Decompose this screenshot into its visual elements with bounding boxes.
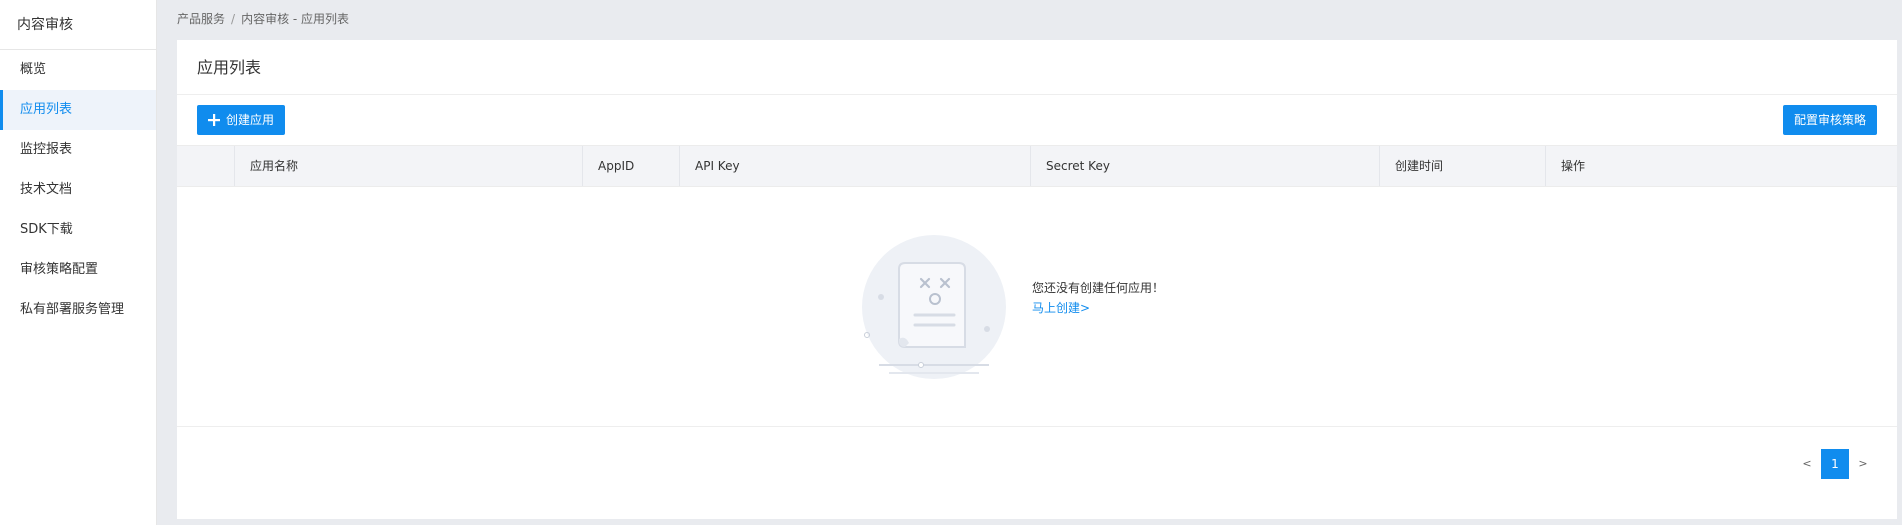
sidebar-item-tech-docs[interactable]: 技术文档 bbox=[0, 170, 156, 210]
create-now-link[interactable]: 马上创建> bbox=[1032, 299, 1090, 316]
empty-state: 您还没有创建任何应用！ 马上创建> bbox=[177, 187, 1897, 427]
pagination: < 1 > bbox=[1793, 449, 1877, 479]
app-list-card: 应用列表 创建应用 配置审核策略 应用名称 AppID API Key Secr… bbox=[177, 40, 1897, 519]
column-header-actions: 操作 bbox=[1545, 146, 1897, 186]
plus-icon bbox=[208, 114, 220, 126]
pagination-page-1[interactable]: 1 bbox=[1821, 449, 1849, 479]
configure-policy-button[interactable]: 配置审核策略 bbox=[1782, 105, 1877, 135]
column-header-appid: AppID bbox=[582, 146, 679, 186]
pagination-prev-button[interactable]: < bbox=[1793, 449, 1821, 479]
sidebar: 内容审核 概览 应用列表 监控报表 技术文档 SDK下载 审核策略配置 私有部署… bbox=[0, 0, 157, 525]
breadcrumb-parent[interactable]: 产品服务 bbox=[177, 12, 225, 26]
breadcrumb: 产品服务 / 内容审核 - 应用列表 bbox=[177, 0, 349, 38]
breadcrumb-separator: / bbox=[231, 12, 236, 26]
column-header-created-time: 创建时间 bbox=[1379, 146, 1545, 186]
breadcrumb-current: 内容审核 - 应用列表 bbox=[241, 12, 350, 26]
sidebar-nav: 概览 应用列表 监控报表 技术文档 SDK下载 审核策略配置 私有部署服务管理 bbox=[0, 50, 156, 330]
column-header-secret-key: Secret Key bbox=[1030, 146, 1379, 186]
sidebar-item-app-list[interactable]: 应用列表 bbox=[0, 90, 156, 130]
sidebar-title: 内容审核 bbox=[0, 0, 156, 50]
toolbar: 创建应用 配置审核策略 bbox=[177, 95, 1897, 145]
sidebar-item-overview[interactable]: 概览 bbox=[0, 50, 156, 90]
sidebar-item-private-deploy[interactable]: 私有部署服务管理 bbox=[0, 290, 156, 330]
sidebar-item-monitor-report[interactable]: 监控报表 bbox=[0, 130, 156, 170]
column-header-api-key: API Key bbox=[679, 146, 1030, 186]
page-title: 应用列表 bbox=[177, 40, 1897, 95]
empty-document-icon bbox=[862, 235, 1006, 379]
sidebar-item-sdk-download[interactable]: SDK下载 bbox=[0, 210, 156, 250]
empty-message: 您还没有创建任何应用！ bbox=[1032, 281, 1165, 295]
table-header-spacer bbox=[177, 146, 234, 186]
sidebar-item-policy-config[interactable]: 审核策略配置 bbox=[0, 250, 156, 290]
table-header: 应用名称 AppID API Key Secret Key 创建时间 操作 bbox=[177, 145, 1897, 187]
column-header-app-name: 应用名称 bbox=[234, 146, 582, 186]
create-app-button[interactable]: 创建应用 bbox=[197, 105, 286, 135]
pagination-next-button[interactable]: > bbox=[1849, 449, 1877, 479]
create-app-label: 创建应用 bbox=[226, 113, 275, 127]
